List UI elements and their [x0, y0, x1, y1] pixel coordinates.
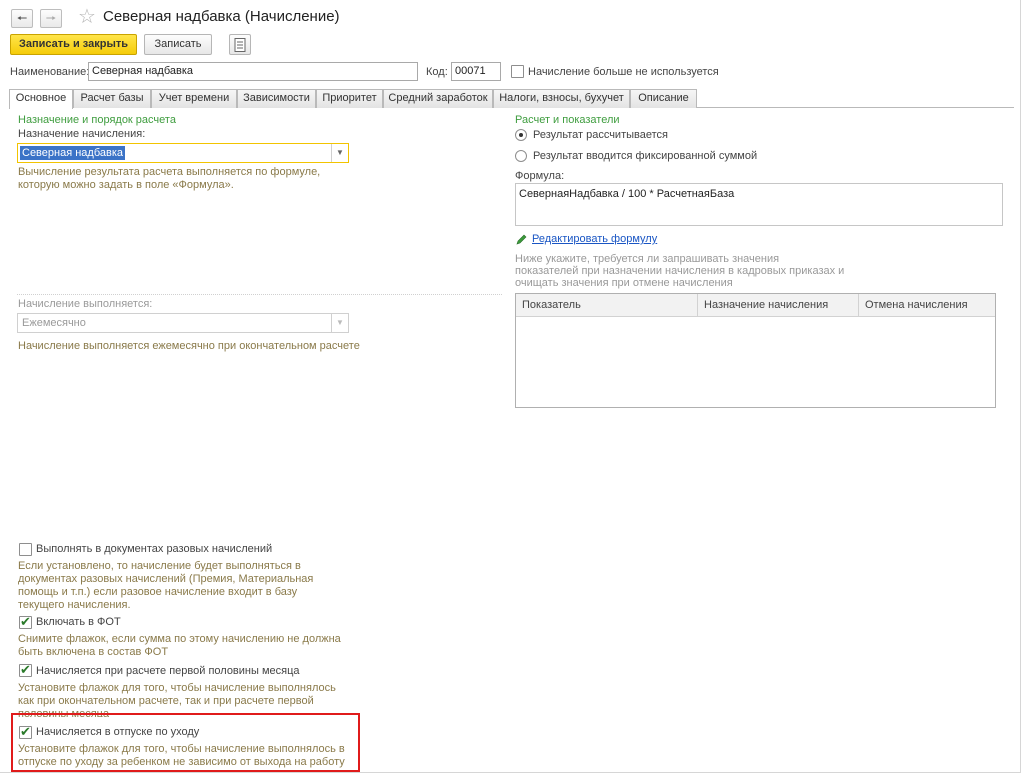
column-header-indicator[interactable]: Показатель [516, 294, 698, 317]
name-input[interactable]: Северная надбавка [88, 62, 418, 81]
first-half-label: Начисляется при расчете первой половины … [36, 665, 300, 677]
period-label: Начисление выполняется: [18, 298, 153, 310]
back-button[interactable]: 🠔 [11, 9, 33, 28]
tab-base-calc[interactable]: Расчет базы [73, 89, 151, 108]
fot-label: Включать в ФОТ [36, 616, 121, 628]
indicators-table[interactable]: Показатель Назначение начисления Отмена … [515, 293, 996, 408]
chevron-down-icon[interactable]: ▼ [331, 314, 348, 332]
fot-hint-1: Снимите флажок, если сумма по этому начи… [18, 633, 341, 645]
purpose-label: Назначение начисления: [18, 128, 146, 140]
purpose-hint-line-1: Вычисление результата расчета выполняетс… [18, 166, 321, 178]
period-hint: Начисление выполняется ежемесячно при ок… [18, 340, 360, 352]
period-select[interactable]: Ежемесячно ▼ [17, 313, 349, 333]
one-time-hint-2: документах разовых начислений (Премия, М… [18, 573, 314, 585]
one-time-label: Выполнять в документах разовых начислени… [36, 543, 273, 555]
one-time-hint-3: помощь и т.п.) если разовое начисление в… [18, 586, 298, 598]
save-button[interactable]: Записать [144, 34, 212, 55]
tab-priority[interactable]: Приоритет [316, 89, 383, 108]
result-calculated-radio[interactable] [515, 129, 527, 141]
tab-taxes[interactable]: Налоги, взносы, бухучет [493, 89, 630, 108]
purpose-hint-line-2: которую можно задать в поле «Формула». [18, 179, 234, 191]
pencil-icon [516, 234, 527, 245]
column-header-cancellation[interactable]: Отмена начисления [859, 294, 995, 317]
purpose-select[interactable]: Северная надбавка ▼ [17, 143, 349, 163]
tab-description[interactable]: Описание [630, 89, 697, 108]
fot-hint-2: быть включена в состав ФОТ [18, 646, 169, 658]
chevron-down-icon[interactable]: ▼ [331, 144, 348, 162]
first-half-hint-1: Установите флажок для того, чтобы начисл… [18, 682, 336, 694]
period-value: Ежемесячно [22, 317, 86, 329]
fot-checkbox[interactable] [19, 614, 32, 630]
star-icon[interactable]: ☆ [78, 6, 96, 28]
tab-average-earnings[interactable]: Средний заработок [383, 89, 493, 108]
one-time-hint-1: Если установлено, то начисление будет вы… [18, 560, 301, 572]
divider [17, 294, 502, 295]
purpose-value: Северная надбавка [20, 146, 126, 160]
table-header: Показатель Назначение начисления Отмена … [516, 294, 995, 317]
code-input[interactable]: 00071 [451, 62, 501, 81]
arrow-right-icon: 🠖 [45, 11, 57, 25]
first-half-hint-2: как при окончательном расчете, так и при… [18, 695, 314, 707]
childcare-label: Начисляется в отпуске по уходу [36, 726, 200, 738]
one-time-hint-4: текущего начисления. [18, 599, 131, 611]
one-time-checkbox[interactable] [19, 543, 32, 556]
name-label: Наименование: [10, 66, 90, 78]
formula-label: Формула: [515, 170, 565, 182]
forward-button[interactable]: 🠖 [40, 9, 62, 28]
purpose-section-title: Назначение и порядок расчета [18, 114, 176, 126]
arrow-left-icon: 🠔 [16, 11, 28, 25]
window-title: Северная надбавка (Начисление) [103, 8, 340, 25]
tab-main[interactable]: Основное [9, 89, 73, 109]
not-used-label: Начисление больше не используется [528, 66, 719, 78]
document-list-icon [234, 38, 246, 52]
result-fixed-label: Результат вводится фиксированной суммой [533, 150, 758, 162]
calc-section-title: Расчет и показатели [515, 114, 620, 126]
document-list-button[interactable] [229, 34, 251, 55]
tab-dependencies[interactable]: Зависимости [237, 89, 316, 108]
not-used-checkbox[interactable] [511, 65, 524, 78]
column-header-assignment[interactable]: Назначение начисления [698, 294, 859, 317]
first-half-checkbox[interactable] [19, 662, 32, 678]
result-calculated-label: Результат рассчитывается [533, 129, 668, 141]
code-label: Код: [426, 66, 448, 78]
tab-time-accounting[interactable]: Учет времени [151, 89, 237, 108]
childcare-hint-2: отпуске по уходу за ребенком не зависимо… [18, 756, 345, 768]
childcare-hint-1: Установите флажок для того, чтобы начисл… [18, 743, 345, 755]
result-fixed-radio[interactable] [515, 150, 527, 162]
edit-formula-link[interactable]: Редактировать формулу [532, 233, 657, 245]
save-and-close-button[interactable]: Записать и закрыть [10, 34, 137, 55]
childcare-checkbox[interactable] [19, 724, 32, 740]
indicators-hint-3: очищать значения при отмене начисления [515, 277, 733, 289]
formula-input[interactable]: СевернаяНадбавка / 100 * РасчетнаяБаза [515, 183, 1003, 226]
